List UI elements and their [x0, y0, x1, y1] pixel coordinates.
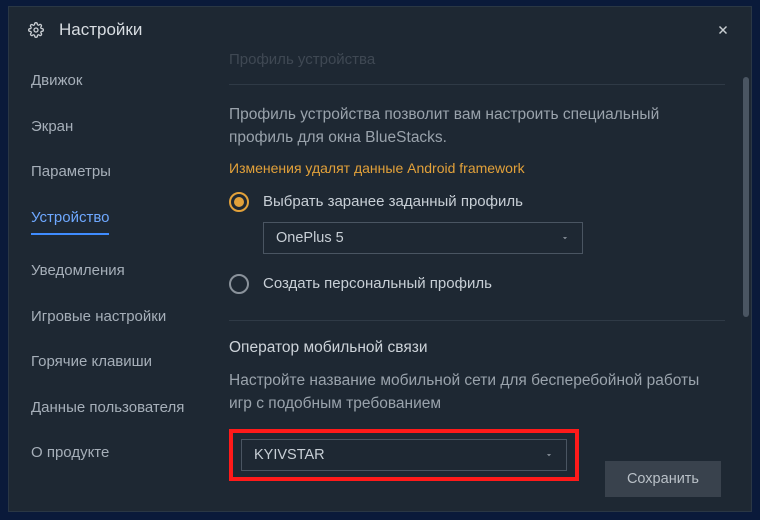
main-panel: Профиль устройства Профиль устройства по… [199, 53, 751, 511]
caret-down-icon [560, 233, 570, 243]
radio-preset[interactable] [229, 192, 249, 212]
gear-icon [27, 21, 45, 39]
operator-description: Настройте название мобильной сети для бе… [229, 369, 725, 416]
preset-profile-select[interactable]: OnePlus 5 [263, 222, 583, 254]
sidebar-item-device[interactable]: Устройство [31, 208, 109, 236]
scrollbar-thumb[interactable] [743, 77, 749, 317]
radio-dot-icon [234, 197, 244, 207]
sidebar-item-user-data[interactable]: Данные пользователя [31, 398, 199, 418]
divider [229, 84, 725, 85]
sidebar-item-parameters[interactable]: Параметры [31, 162, 199, 182]
operator-section-title: Оператор мобильной связи [229, 339, 725, 357]
sidebar-item-hotkeys[interactable]: Горячие клавиши [31, 352, 199, 372]
sidebar: Движок Экран Параметры Устройство Уведом… [9, 53, 199, 511]
caret-down-icon [544, 450, 554, 460]
profile-description: Профиль устройства позволит вам настроит… [229, 103, 725, 150]
close-button[interactable] [713, 20, 733, 40]
sidebar-item-game-settings[interactable]: Игровые настройки [31, 307, 199, 327]
sidebar-item-screen[interactable]: Экран [31, 117, 199, 137]
radio-custom-label: Создать персональный профиль [263, 275, 492, 292]
radio-preset-label: Выбрать заранее заданный профиль [263, 193, 523, 210]
radio-row-custom: Создать персональный профиль [229, 274, 725, 294]
section-header-faded: Профиль устройства [229, 53, 725, 68]
sidebar-item-engine[interactable]: Движок [31, 71, 199, 91]
settings-window: Настройки Движок Экран Параметры Устройс… [8, 6, 752, 512]
operator-highlight: KYIVSTAR [229, 429, 579, 481]
divider [229, 320, 725, 321]
titlebar: Настройки [9, 7, 751, 53]
save-button[interactable]: Сохранить [605, 461, 721, 497]
sidebar-item-about[interactable]: О продукте [31, 443, 199, 463]
window-title: Настройки [59, 20, 142, 40]
radio-row-preset: Выбрать заранее заданный профиль [229, 192, 725, 212]
radio-custom[interactable] [229, 274, 249, 294]
body: Движок Экран Параметры Устройство Уведом… [9, 53, 751, 511]
sidebar-item-notifications[interactable]: Уведомления [31, 261, 199, 281]
operator-select[interactable]: KYIVSTAR [241, 439, 567, 471]
scrollbar[interactable] [741, 63, 749, 501]
warning-text: Изменения удалят данные Android framewor… [229, 160, 725, 176]
preset-profile-value: OnePlus 5 [276, 230, 344, 246]
operator-select-value: KYIVSTAR [254, 447, 325, 463]
